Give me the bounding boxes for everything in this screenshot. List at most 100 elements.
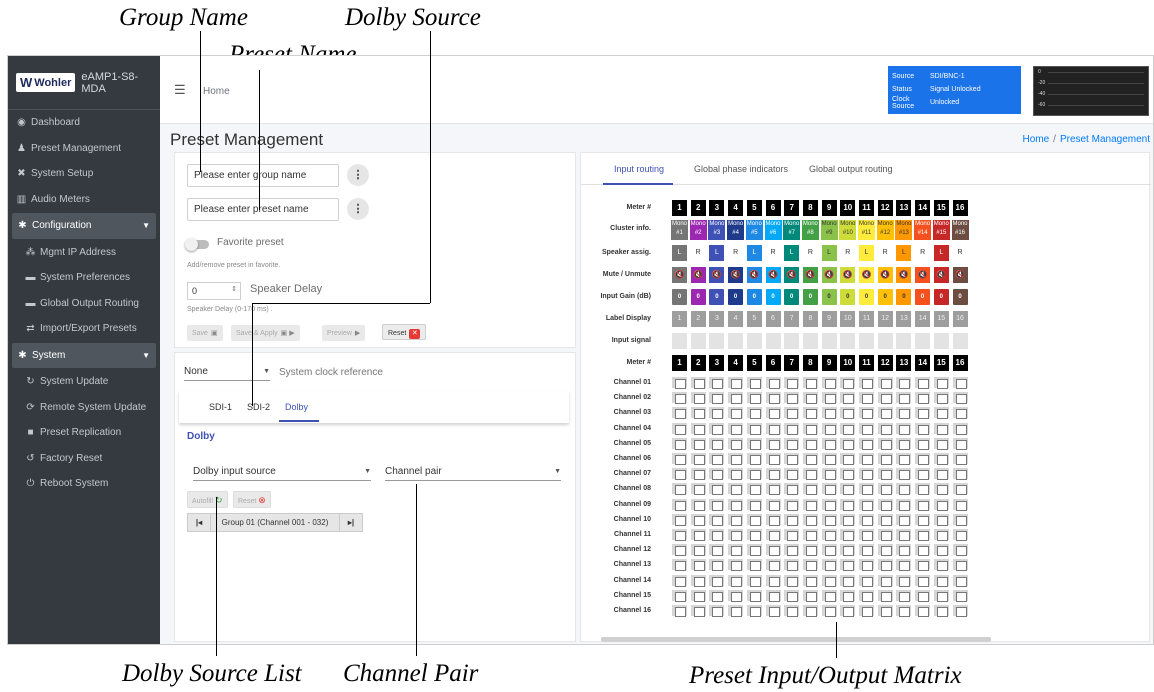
input-gain[interactable]: 0 [858, 288, 875, 306]
route-checkbox[interactable] [727, 543, 745, 557]
group-name-input[interactable]: Please enter group name [187, 164, 339, 187]
route-checkbox[interactable] [689, 391, 707, 405]
route-checkbox[interactable] [708, 452, 726, 465]
route-checkbox[interactable] [876, 391, 894, 405]
route-checkbox[interactable] [745, 421, 763, 435]
route-checkbox[interactable] [801, 497, 819, 511]
route-checkbox[interactable] [783, 543, 801, 557]
input-gain[interactable]: 0 [820, 288, 838, 306]
mute-toggle-icon[interactable]: 🔇 [951, 266, 969, 284]
route-checkbox[interactable] [951, 497, 969, 511]
route-checkbox[interactable] [951, 406, 969, 420]
route-checkbox[interactable] [689, 543, 707, 557]
route-checkbox[interactable] [783, 604, 801, 617]
tab-dolby[interactable]: Dolby [285, 402, 308, 412]
route-checkbox[interactable] [839, 497, 857, 511]
sidebar-item-system-setup[interactable]: ✖ System Setup [8, 161, 160, 187]
route-checkbox[interactable] [858, 482, 875, 496]
route-checkbox[interactable] [764, 543, 782, 557]
speaker-assign[interactable]: R [801, 244, 819, 262]
input-gain[interactable]: 0 [932, 288, 950, 306]
clock-reference-select[interactable]: None ▼ [184, 366, 270, 381]
route-checkbox[interactable] [839, 512, 857, 526]
preview-button[interactable]: Preview ▶ [322, 325, 366, 341]
route-checkbox[interactable] [689, 604, 707, 617]
route-checkbox[interactable] [858, 558, 875, 572]
route-checkbox[interactable] [727, 497, 745, 511]
route-checkbox[interactable] [895, 452, 913, 465]
dolby-reset-button[interactable]: Reset ⊗ [233, 491, 271, 508]
route-checkbox[interactable] [783, 558, 801, 572]
speaker-assign[interactable]: L [783, 244, 801, 262]
preset-options-button[interactable]: ⋮ [347, 198, 369, 220]
route-checkbox[interactable] [820, 421, 838, 435]
route-checkbox[interactable] [764, 604, 782, 617]
route-checkbox[interactable] [708, 543, 726, 557]
speaker-assign[interactable]: R [689, 244, 707, 262]
route-checkbox[interactable] [951, 452, 969, 465]
route-checkbox[interactable] [764, 588, 782, 602]
route-checkbox[interactable] [801, 467, 819, 481]
route-checkbox[interactable] [839, 391, 857, 405]
input-gain[interactable]: 0 [801, 288, 819, 306]
mute-toggle-icon[interactable]: 🔇 [727, 266, 745, 284]
route-checkbox[interactable] [708, 604, 726, 617]
route-checkbox[interactable] [895, 406, 913, 420]
route-checkbox[interactable] [783, 452, 801, 465]
route-checkbox[interactable] [876, 497, 894, 511]
route-checkbox[interactable] [764, 391, 782, 405]
route-checkbox[interactable] [858, 452, 875, 465]
route-checkbox[interactable] [932, 497, 950, 511]
route-checkbox[interactable] [951, 512, 969, 526]
route-checkbox[interactable] [858, 543, 875, 557]
route-checkbox[interactable] [708, 436, 726, 450]
route-checkbox[interactable] [839, 543, 857, 557]
route-checkbox[interactable] [932, 573, 950, 587]
route-checkbox[interactable] [914, 528, 932, 541]
route-checkbox[interactable] [895, 391, 913, 405]
route-checkbox[interactable] [727, 482, 745, 496]
route-checkbox[interactable] [745, 406, 763, 420]
route-checkbox[interactable] [895, 467, 913, 481]
route-checkbox[interactable] [839, 421, 857, 435]
route-checkbox[interactable] [820, 543, 838, 557]
route-checkbox[interactable] [783, 391, 801, 405]
route-checkbox[interactable] [801, 528, 819, 541]
first-page-icon[interactable]: |◂ [188, 518, 210, 527]
route-checkbox[interactable] [783, 573, 801, 587]
route-checkbox[interactable] [745, 391, 763, 405]
save-apply-button[interactable]: Save & Apply ▣ ▶ [231, 325, 300, 341]
speaker-assign[interactable]: R [951, 244, 969, 262]
mute-toggle-icon[interactable]: 🔇 [858, 266, 875, 284]
route-checkbox[interactable] [801, 573, 819, 587]
route-checkbox[interactable] [708, 512, 726, 526]
route-checkbox[interactable] [689, 406, 707, 420]
route-checkbox[interactable] [783, 376, 801, 389]
route-checkbox[interactable] [895, 512, 913, 526]
speaker-assign[interactable]: L [895, 244, 913, 262]
route-checkbox[interactable] [783, 436, 801, 450]
route-checkbox[interactable] [708, 391, 726, 405]
route-checkbox[interactable] [745, 497, 763, 511]
route-checkbox[interactable] [745, 436, 763, 450]
route-checkbox[interactable] [820, 604, 838, 617]
route-checkbox[interactable] [727, 421, 745, 435]
route-checkbox[interactable] [727, 604, 745, 617]
route-checkbox[interactable] [745, 376, 763, 389]
sidebar-item-global-output-routing[interactable]: ▬ Global Output Routing [8, 291, 160, 317]
mute-toggle-icon[interactable]: 🔇 [801, 266, 819, 284]
route-checkbox[interactable] [876, 452, 894, 465]
route-checkbox[interactable] [858, 588, 875, 602]
input-gain[interactable]: 0 [727, 288, 745, 306]
sidebar-item-audio-meters[interactable]: ▥ Audio Meters [8, 187, 160, 213]
route-checkbox[interactable] [932, 421, 950, 435]
route-checkbox[interactable] [801, 543, 819, 557]
route-checkbox[interactable] [727, 406, 745, 420]
route-checkbox[interactable] [839, 528, 857, 541]
input-gain[interactable]: 0 [671, 288, 688, 306]
route-checkbox[interactable] [671, 512, 688, 526]
route-checkbox[interactable] [895, 543, 913, 557]
route-checkbox[interactable] [951, 558, 969, 572]
route-checkbox[interactable] [708, 497, 726, 511]
route-checkbox[interactable] [764, 497, 782, 511]
